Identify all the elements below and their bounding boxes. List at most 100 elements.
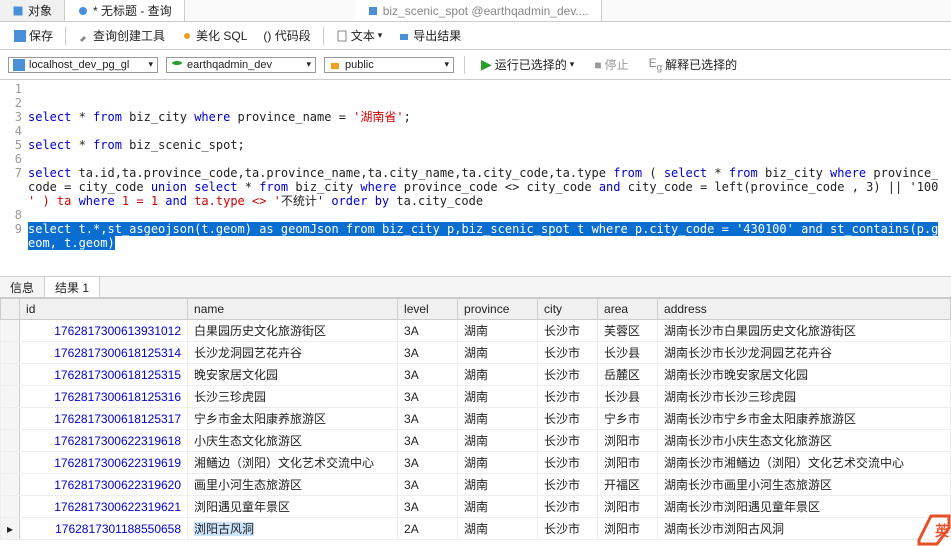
table-row[interactable]: ▸ 1762817301188550658 浏阳古风洞 2A 湖南 长沙市 浏阳… [1, 518, 951, 540]
cell-province[interactable]: 湖南 [458, 408, 538, 430]
tab-info[interactable]: 信息 [0, 277, 45, 297]
cell-address[interactable]: 湖南长沙市画里小河生态旅游区 [658, 474, 951, 496]
cell-level[interactable]: 3A [398, 320, 458, 342]
beautify-button[interactable]: 美化 SQL [175, 25, 253, 46]
cell-id[interactable]: 1762817300618125314 [20, 342, 188, 364]
cell-address[interactable]: 湖南长沙市浏阳遇见童年景区 [658, 496, 951, 518]
cell-area[interactable]: 开福区 [598, 474, 658, 496]
cell-id[interactable]: 1762817300622319621 [20, 496, 188, 518]
col-name[interactable]: name [188, 299, 398, 320]
cell-area[interactable]: 宁乡市 [598, 408, 658, 430]
cell-address[interactable]: 湖南长沙市宁乡市金太阳康养旅游区 [658, 408, 951, 430]
cell-city[interactable]: 长沙市 [538, 364, 598, 386]
cell-city[interactable]: 长沙市 [538, 474, 598, 496]
table-row[interactable]: 1762817300622319618 小庆生态文化旅游区 3A 湖南 长沙市 … [1, 430, 951, 452]
col-area[interactable]: area [598, 299, 658, 320]
cell-id[interactable]: 1762817300622319618 [20, 430, 188, 452]
col-level[interactable]: level [398, 299, 458, 320]
cell-city[interactable]: 长沙市 [538, 386, 598, 408]
explain-button[interactable]: Eg 解释已选择的 [643, 54, 744, 75]
cell-area[interactable]: 浏阳市 [598, 518, 658, 540]
cell-name[interactable]: 白果园历史文化旅游街区 [188, 320, 398, 342]
cell-province[interactable]: 湖南 [458, 386, 538, 408]
cell-province[interactable]: 湖南 [458, 342, 538, 364]
table-row[interactable]: 1762817300618125314 长沙龙洞园艺花卉谷 3A 湖南 长沙市 … [1, 342, 951, 364]
table-row[interactable]: 1762817300618125316 长沙三珍虎园 3A 湖南 长沙市 长沙县… [1, 386, 951, 408]
cell-address[interactable]: 湖南长沙市小庆生态文化旅游区 [658, 430, 951, 452]
cell-level[interactable]: 3A [398, 408, 458, 430]
run-button[interactable]: ▶ 运行已选择的 ▾ [475, 54, 580, 75]
cell-province[interactable]: 湖南 [458, 452, 538, 474]
result-grid[interactable]: id name level province city area address… [0, 298, 951, 540]
cell-id[interactable]: 1762817301188550658 [20, 518, 188, 540]
cell-city[interactable]: 长沙市 [538, 496, 598, 518]
cell-city[interactable]: 长沙市 [538, 430, 598, 452]
cell-address[interactable]: 湖南长沙市长沙龙洞园艺花卉谷 [658, 342, 951, 364]
text-button[interactable]: 文本 ▾ [330, 25, 389, 46]
table-row[interactable]: 1762817300622319620 画里小河生态旅游区 3A 湖南 长沙市 … [1, 474, 951, 496]
col-id[interactable]: id [20, 299, 188, 320]
col-province[interactable]: province [458, 299, 538, 320]
cell-province[interactable]: 湖南 [458, 364, 538, 386]
table-row[interactable]: 1762817300622319621 浏阳遇见童年景区 3A 湖南 长沙市 浏… [1, 496, 951, 518]
cell-name[interactable]: 浏阳遇见童年景区 [188, 496, 398, 518]
table-row[interactable]: 1762817300618125317 宁乡市金太阳康养旅游区 3A 湖南 长沙… [1, 408, 951, 430]
cell-id[interactable]: 1762817300622319619 [20, 452, 188, 474]
cell-address[interactable]: 湖南长沙市湘鳝边（浏阳）文化艺术交流中心 [658, 452, 951, 474]
cell-city[interactable]: 长沙市 [538, 452, 598, 474]
snippet-button[interactable]: () 代码段 [257, 25, 316, 46]
cell-name[interactable]: 宁乡市金太阳康养旅游区 [188, 408, 398, 430]
tab-query[interactable]: * 无标题 - 查询 [65, 0, 185, 21]
cell-area[interactable]: 岳麓区 [598, 364, 658, 386]
cell-city[interactable]: 长沙市 [538, 342, 598, 364]
col-address[interactable]: address [658, 299, 951, 320]
cell-level[interactable]: 3A [398, 452, 458, 474]
tab-objects[interactable]: 对象 [0, 0, 65, 21]
cell-name[interactable]: 长沙三珍虎园 [188, 386, 398, 408]
cell-id[interactable]: 1762817300618125315 [20, 364, 188, 386]
cell-city[interactable]: 长沙市 [538, 408, 598, 430]
cell-level[interactable]: 3A [398, 386, 458, 408]
cell-area[interactable]: 长沙县 [598, 386, 658, 408]
col-city[interactable]: city [538, 299, 598, 320]
cell-name[interactable]: 湘鳝边（浏阳）文化艺术交流中心 [188, 452, 398, 474]
cell-area[interactable]: 浏阳市 [598, 430, 658, 452]
schema-select[interactable]: public ▾ [324, 57, 454, 73]
table-row[interactable]: 1762817300618125315 晚安家居文化园 3A 湖南 长沙市 岳麓… [1, 364, 951, 386]
cell-city[interactable]: 长沙市 [538, 320, 598, 342]
cell-province[interactable]: 湖南 [458, 430, 538, 452]
cell-province[interactable]: 湖南 [458, 474, 538, 496]
cell-address[interactable]: 湖南长沙市长沙三珍虎园 [658, 386, 951, 408]
cell-province[interactable]: 湖南 [458, 320, 538, 342]
server-select[interactable]: localhost_dev_pg_gl ▾ [8, 57, 158, 73]
cell-area[interactable]: 浏阳市 [598, 496, 658, 518]
cell-name[interactable]: 小庆生态文化旅游区 [188, 430, 398, 452]
cell-id[interactable]: 1762817300622319620 [20, 474, 188, 496]
cell-level[interactable]: 3A [398, 364, 458, 386]
cell-area[interactable]: 芙蓉区 [598, 320, 658, 342]
cell-area[interactable]: 长沙县 [598, 342, 658, 364]
cell-level[interactable]: 2A [398, 518, 458, 540]
database-select[interactable]: earthqadmin_dev ▾ [166, 57, 316, 73]
cell-area[interactable]: 浏阳市 [598, 452, 658, 474]
cell-level[interactable]: 3A [398, 496, 458, 518]
cell-level[interactable]: 3A [398, 474, 458, 496]
cell-province[interactable]: 湖南 [458, 518, 538, 540]
cell-address[interactable]: 湖南长沙市晚安家居文化园 [658, 364, 951, 386]
cell-name[interactable]: 长沙龙洞园艺花卉谷 [188, 342, 398, 364]
export-button[interactable]: 导出结果 [392, 25, 467, 46]
tab-result-1[interactable]: 结果 1 [45, 277, 100, 297]
tab-scenic[interactable]: biz_scenic_spot @earthqadmin_dev.... [355, 0, 602, 21]
cell-province[interactable]: 湖南 [458, 496, 538, 518]
cell-address[interactable]: 湖南长沙市浏阳古风洞 [658, 518, 951, 540]
cell-id[interactable]: 1762817300618125317 [20, 408, 188, 430]
cell-address[interactable]: 湖南长沙市白果园历史文化旅游街区 [658, 320, 951, 342]
cell-id[interactable]: 1762817300613931012 [20, 320, 188, 342]
cell-city[interactable]: 长沙市 [538, 518, 598, 540]
cell-name[interactable]: 浏阳古风洞 [188, 518, 398, 540]
sql-editor[interactable]: 1 2 3select * from biz_city where provin… [0, 80, 951, 276]
table-row[interactable]: 1762817300613931012 白果园历史文化旅游街区 3A 湖南 长沙… [1, 320, 951, 342]
table-row[interactable]: 1762817300622319619 湘鳝边（浏阳）文化艺术交流中心 3A 湖… [1, 452, 951, 474]
query-builder-button[interactable]: 查询创建工具 [72, 25, 171, 46]
cell-name[interactable]: 画里小河生态旅游区 [188, 474, 398, 496]
